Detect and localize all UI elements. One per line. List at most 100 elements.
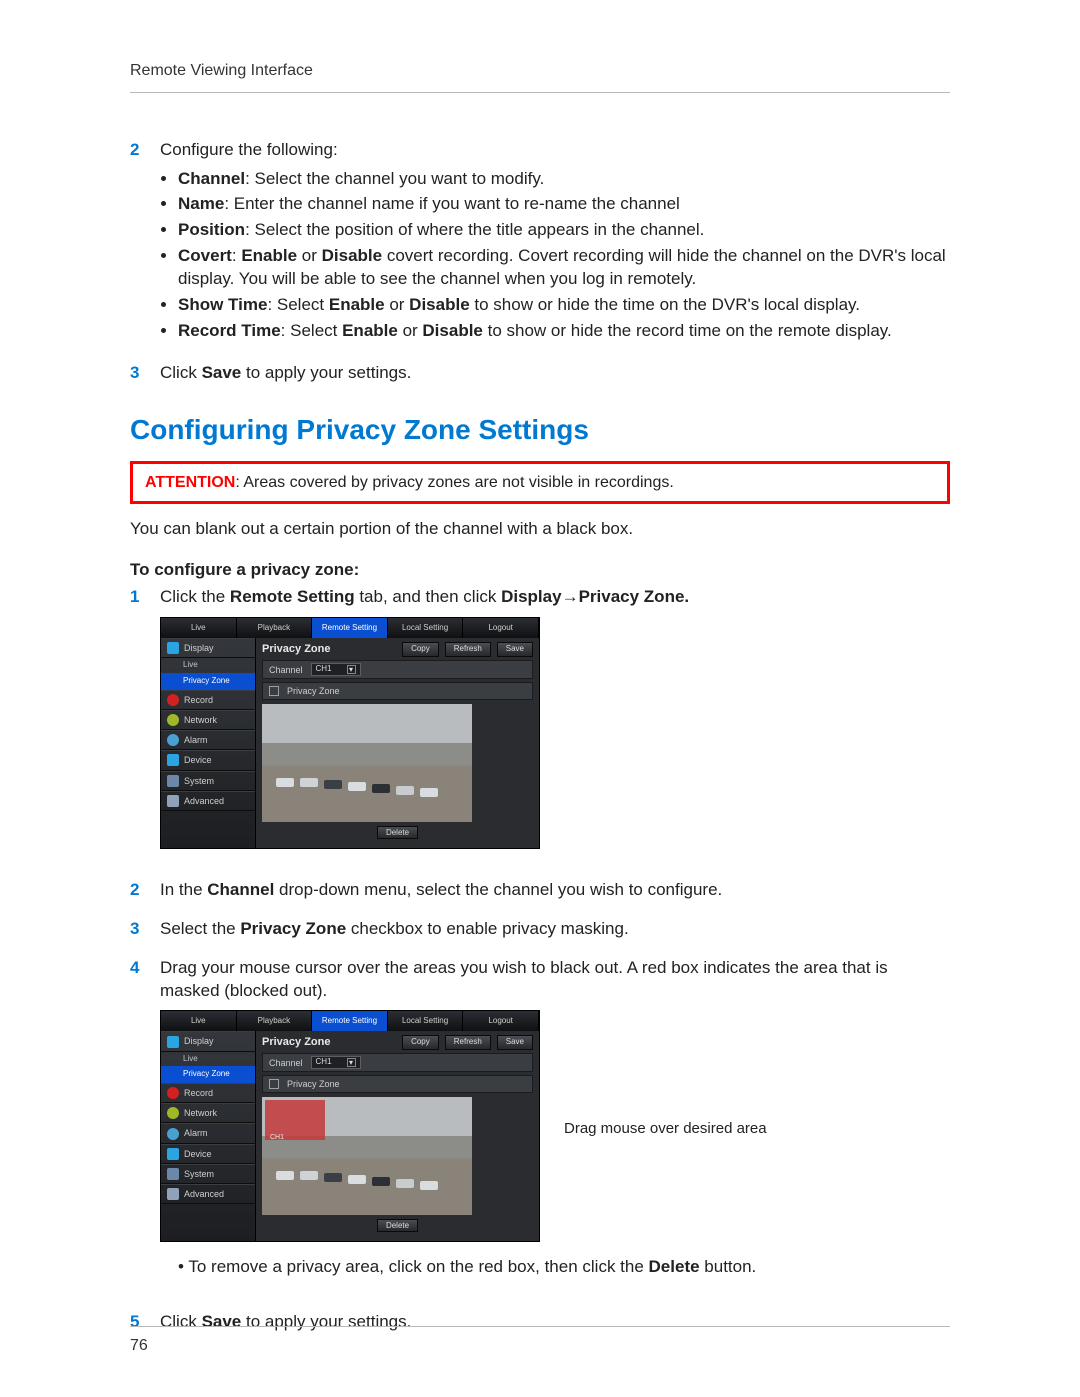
- channel-row: Channel CH1 ▾: [262, 1053, 533, 1072]
- mask-label: CH1: [270, 1133, 284, 1142]
- bullet-position: Position: Select the position of where t…: [178, 219, 950, 242]
- bullet-label: Position: [178, 220, 245, 239]
- bullet-label: Channel: [178, 169, 245, 188]
- chevron-down-icon: ▾: [347, 1058, 356, 1067]
- bullet-text: : Select the position of where the title…: [245, 220, 704, 239]
- sidebar-sub-live[interactable]: Live: [161, 1052, 255, 1067]
- step-2: 2 Configure the following: Channel: Sele…: [130, 139, 950, 347]
- advanced-icon: [167, 1188, 179, 1200]
- privacy-zone-checkbox[interactable]: [269, 686, 279, 696]
- step-number: 3: [130, 918, 148, 941]
- step-body: Click Save to apply your settings.: [160, 362, 950, 385]
- sidebar-item-advanced[interactable]: Advanced: [161, 1184, 255, 1204]
- drag-callout: Drag mouse over desired area: [564, 1119, 767, 1139]
- bullet-show-time: Show Time: Select Enable or Disable to s…: [178, 294, 950, 317]
- tab-remote-setting[interactable]: Remote Setting: [312, 1011, 388, 1031]
- channel-dropdown[interactable]: CH1 ▾: [311, 663, 361, 676]
- sidebar-item-alarm[interactable]: Alarm: [161, 1123, 255, 1143]
- tab-playback[interactable]: Playback: [237, 1011, 313, 1031]
- privacy-zone-checkbox[interactable]: [269, 1079, 279, 1089]
- dvr-screenshot-2: Live Playback Remote Setting Local Setti…: [160, 1010, 540, 1241]
- sidebar-item-device[interactable]: Device: [161, 750, 255, 770]
- display-icon: [167, 1036, 179, 1048]
- tab-local-setting[interactable]: Local Setting: [388, 618, 464, 638]
- delete-button[interactable]: Delete: [377, 826, 418, 839]
- sidebar-item-advanced[interactable]: Advanced: [161, 791, 255, 811]
- bullet-name: Name: Enter the channel name if you want…: [178, 193, 950, 216]
- tab-logout[interactable]: Logout: [463, 1011, 539, 1031]
- panel-title: Privacy Zone: [262, 642, 330, 657]
- privacy-zone-label: Privacy Zone: [287, 685, 340, 697]
- tab-local-setting[interactable]: Local Setting: [388, 1011, 464, 1031]
- sidebar-item-network[interactable]: Network: [161, 710, 255, 730]
- panel-header: Privacy Zone Copy Refresh Save: [262, 642, 533, 657]
- step-number: 2: [130, 139, 148, 347]
- step-body: Drag your mouse cursor over the areas yo…: [160, 957, 950, 1295]
- attention-box: ATTENTION: Areas covered by privacy zone…: [130, 461, 950, 505]
- step-4: 4 Drag your mouse cursor over the areas …: [130, 957, 950, 1295]
- alarm-icon: [167, 734, 179, 746]
- alarm-icon: [167, 1128, 179, 1140]
- save-button[interactable]: Save: [497, 1035, 533, 1050]
- advanced-icon: [167, 795, 179, 807]
- video-preview[interactable]: [262, 704, 472, 822]
- refresh-button[interactable]: Refresh: [445, 642, 491, 657]
- channel-label: Channel: [269, 1057, 303, 1069]
- refresh-button[interactable]: Refresh: [445, 1035, 491, 1050]
- tab-playback[interactable]: Playback: [237, 618, 313, 638]
- bullet-text: : Enter the channel name if you want to …: [224, 194, 680, 213]
- save-button[interactable]: Save: [497, 642, 533, 657]
- sidebar-item-record[interactable]: Record: [161, 1083, 255, 1103]
- system-icon: [167, 775, 179, 787]
- sidebar-item-display[interactable]: Display: [161, 638, 255, 658]
- bullet-record-time: Record Time: Select Enable or Disable to…: [178, 320, 950, 343]
- delete-button[interactable]: Delete: [377, 1219, 418, 1232]
- section-title: Configuring Privacy Zone Settings: [130, 411, 950, 449]
- sidebar-sub-privacy-zone[interactable]: Privacy Zone: [161, 1066, 255, 1083]
- sidebar-item-record[interactable]: Record: [161, 690, 255, 710]
- dvr-tab-bar: Live Playback Remote Setting Local Setti…: [161, 618, 539, 638]
- step-4-note: • To remove a privacy area, click on the…: [178, 1256, 950, 1279]
- page-footer: 76: [130, 1326, 950, 1357]
- step-body: Select the Privacy Zone checkbox to enab…: [160, 918, 950, 941]
- channel-value: CH1: [316, 664, 332, 675]
- channel-dropdown[interactable]: CH1 ▾: [311, 1056, 361, 1069]
- channel-row: Channel CH1 ▾: [262, 660, 533, 679]
- video-preview[interactable]: CH1: [262, 1097, 472, 1215]
- bullet-text: : Select the channel you want to modify.: [245, 169, 544, 188]
- sidebar-item-display[interactable]: Display: [161, 1031, 255, 1051]
- sidebar-item-alarm[interactable]: Alarm: [161, 730, 255, 750]
- step-bullets: Channel: Select the channel you want to …: [160, 168, 950, 344]
- step-2-proc: 2 In the Channel drop-down menu, select …: [130, 879, 950, 902]
- device-icon: [167, 754, 179, 766]
- sidebar-item-network[interactable]: Network: [161, 1103, 255, 1123]
- sidebar-item-system[interactable]: System: [161, 771, 255, 791]
- bullet-label: Show Time: [178, 295, 267, 314]
- sidebar-item-device[interactable]: Device: [161, 1144, 255, 1164]
- dvr-sidebar: Display Live Privacy Zone Record Network…: [161, 638, 255, 847]
- header-title: Remote Viewing Interface: [130, 62, 313, 79]
- dvr-main-panel: Privacy Zone Copy Refresh Save Channel C…: [255, 1031, 539, 1240]
- page-number: 76: [130, 1337, 148, 1354]
- step-3-prev: 3 Click Save to apply your settings.: [130, 362, 950, 385]
- device-icon: [167, 1148, 179, 1160]
- privacy-zone-row: Privacy Zone: [262, 1075, 533, 1093]
- network-icon: [167, 1107, 179, 1119]
- record-icon: [167, 1087, 179, 1099]
- step-lead: Configure the following:: [160, 140, 338, 159]
- tab-logout[interactable]: Logout: [463, 618, 539, 638]
- bullet-label: Record Time: [178, 321, 281, 340]
- channel-value: CH1: [316, 1057, 332, 1068]
- copy-button[interactable]: Copy: [402, 642, 439, 657]
- tab-live[interactable]: Live: [161, 1011, 237, 1031]
- channel-label: Channel: [269, 664, 303, 676]
- tab-live[interactable]: Live: [161, 618, 237, 638]
- step-number: 4: [130, 957, 148, 1295]
- copy-button[interactable]: Copy: [402, 1035, 439, 1050]
- sidebar-item-system[interactable]: System: [161, 1164, 255, 1184]
- tab-remote-setting[interactable]: Remote Setting: [312, 618, 388, 638]
- attention-label: ATTENTION: [145, 474, 235, 491]
- sidebar-sub-live[interactable]: Live: [161, 658, 255, 673]
- network-icon: [167, 714, 179, 726]
- sidebar-sub-privacy-zone[interactable]: Privacy Zone: [161, 673, 255, 690]
